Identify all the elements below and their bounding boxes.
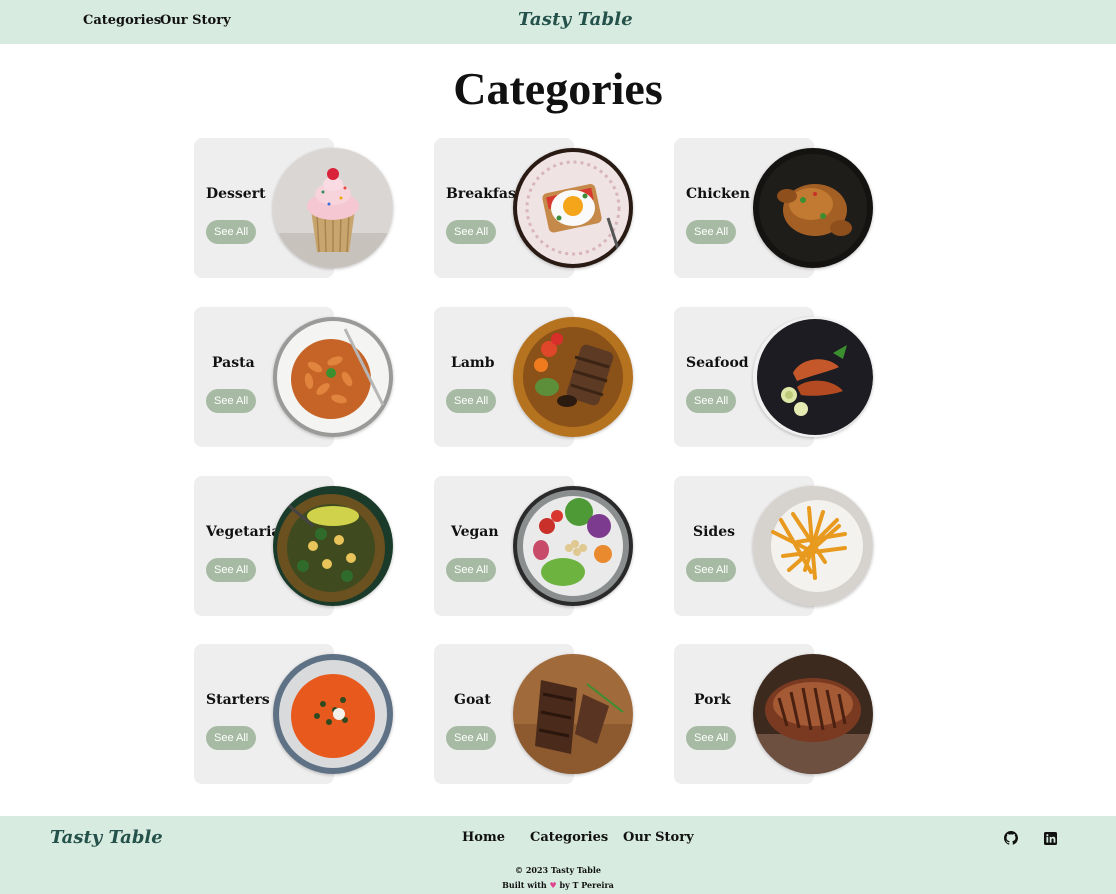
see-all-button[interactable]: See All: [686, 220, 737, 244]
nav-our-story-link[interactable]: Our Story: [160, 13, 231, 28]
goat-steak-photo[interactable]: [513, 654, 633, 774]
see-all-button[interactable]: See All: [686, 726, 737, 750]
see-all-button[interactable]: See All: [446, 389, 497, 413]
category-name: Dessert: [206, 186, 266, 202]
linkedin-icon[interactable]: [1044, 830, 1058, 845]
footer-categories-link[interactable]: Categories: [530, 830, 608, 845]
site-logo[interactable]: Tasty Table: [518, 9, 633, 30]
grilled-prawns-photo[interactable]: [753, 317, 873, 437]
category-card-pork: Pork See All: [674, 644, 873, 784]
category-card-seafood: Seafood See All: [674, 307, 873, 447]
nav-categories-link[interactable]: Categories: [83, 13, 161, 28]
category-card-vegan: Vegan See All: [434, 476, 633, 616]
top-navbar: Categories Our Story Tasty Table: [0, 0, 1116, 44]
cupcake-photo[interactable]: [273, 148, 393, 268]
category-card-chicken: Chicken See All: [674, 138, 873, 278]
vegetable-stir-fry-photo[interactable]: [273, 486, 393, 606]
category-card-breakfast: Breakfast See All: [434, 138, 633, 278]
page-title: Categories: [453, 63, 663, 114]
built-with-text: Built with ♥ by T Pereira: [0, 880, 1116, 890]
category-card-lamb: Lamb See All: [434, 307, 633, 447]
footer-logo[interactable]: Tasty Table: [50, 827, 163, 848]
site-footer: Tasty Table Home Categories Our Story © …: [0, 816, 1116, 894]
see-all-button[interactable]: See All: [206, 726, 257, 750]
github-icon[interactable]: [1004, 830, 1019, 845]
category-name: Seafood: [686, 355, 749, 371]
category-name: Chicken: [686, 186, 750, 202]
category-card-sides: Sides See All: [674, 476, 873, 616]
heart-icon: ♥: [549, 880, 557, 890]
french-fries-photo[interactable]: [753, 486, 873, 606]
category-name: Vegetarian: [206, 524, 291, 540]
category-card-vegetarian: Vegetarian See All: [194, 476, 393, 616]
fusilli-pasta-photo[interactable]: [273, 317, 393, 437]
copyright-text: © 2023 Tasty Table: [515, 865, 601, 875]
see-all-button[interactable]: See All: [686, 389, 737, 413]
category-card-starters: Starters See All: [194, 644, 393, 784]
vegan-bowl-photo[interactable]: [513, 486, 633, 606]
lamb-platter-photo[interactable]: [513, 317, 633, 437]
category-card-dessert: Dessert See All: [194, 138, 393, 278]
see-all-button[interactable]: See All: [686, 558, 737, 582]
see-all-button[interactable]: See All: [446, 726, 497, 750]
roast-chicken-photo[interactable]: [753, 148, 873, 268]
category-name: Starters: [206, 692, 270, 708]
category-card-goat: Goat See All: [434, 644, 633, 784]
built-prefix: Built with: [502, 880, 547, 890]
pork-roast-photo[interactable]: [753, 654, 873, 774]
category-name: Breakfast: [446, 186, 523, 202]
see-all-button[interactable]: See All: [446, 558, 497, 582]
fried-egg-toast-photo[interactable]: [513, 148, 633, 268]
see-all-button[interactable]: See All: [206, 220, 257, 244]
category-card-pasta: Pasta See All: [194, 307, 393, 447]
footer-home-link[interactable]: Home: [462, 830, 505, 845]
see-all-button[interactable]: See All: [206, 389, 257, 413]
tomato-soup-photo[interactable]: [273, 654, 393, 774]
see-all-button[interactable]: See All: [446, 220, 497, 244]
see-all-button[interactable]: See All: [206, 558, 257, 582]
built-suffix: by T Pereira: [559, 880, 614, 890]
footer-our-story-link[interactable]: Our Story: [623, 830, 694, 845]
